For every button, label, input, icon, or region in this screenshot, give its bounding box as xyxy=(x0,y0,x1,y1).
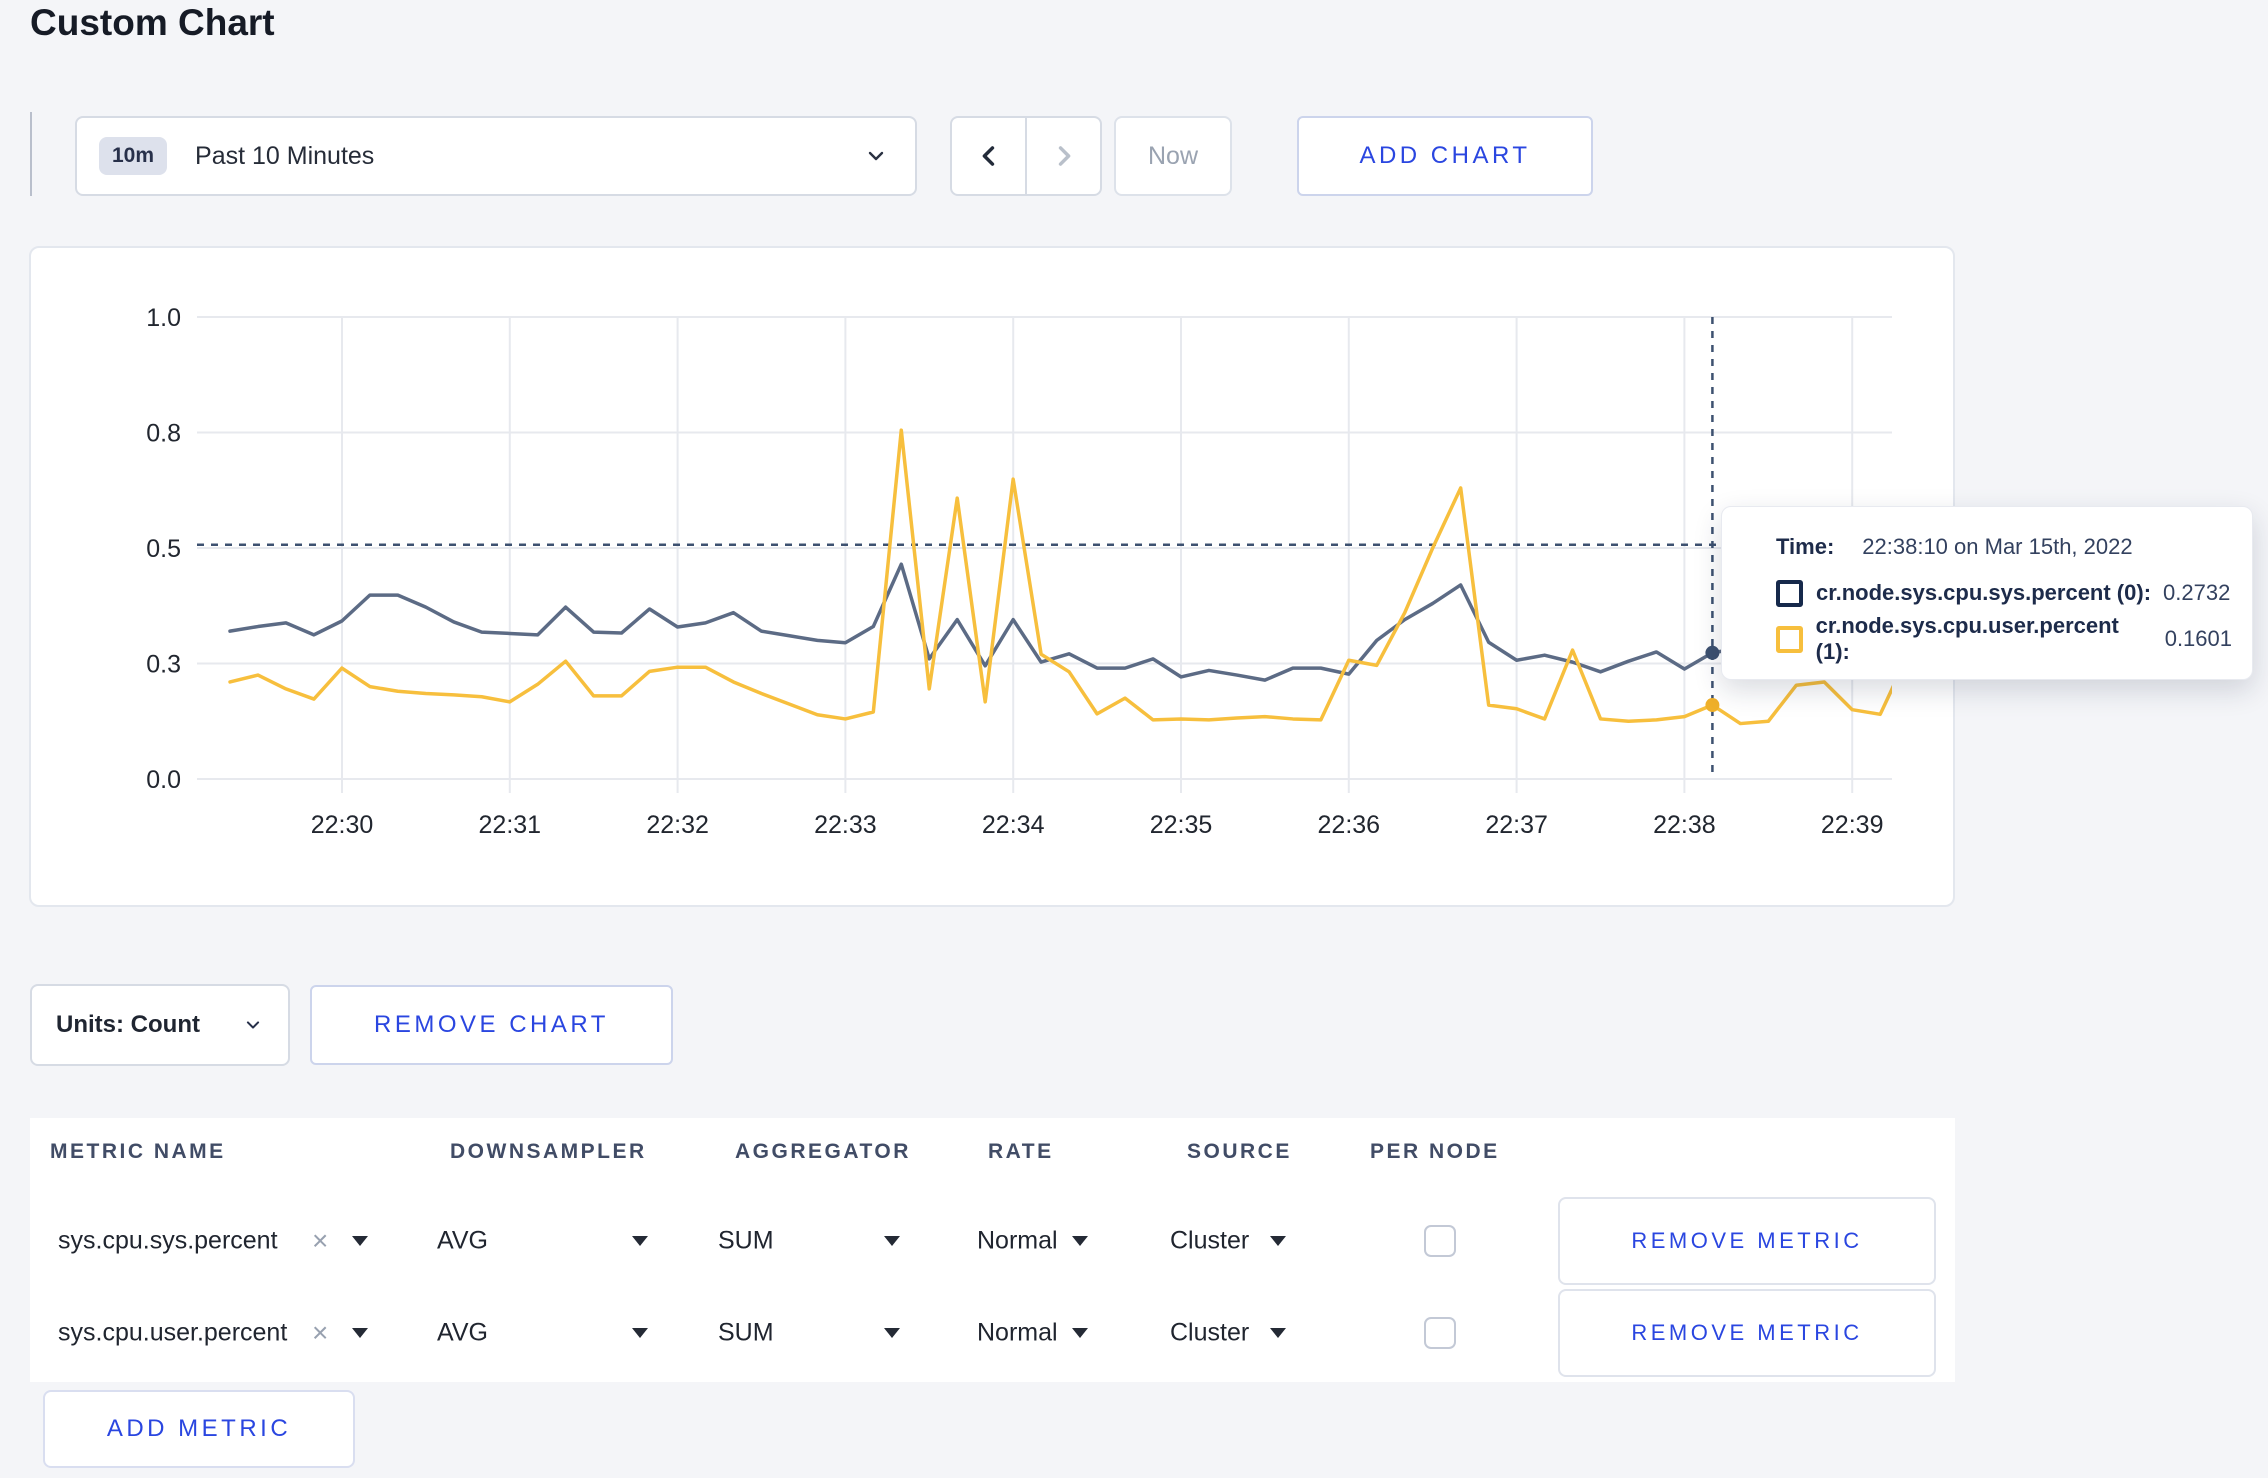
time-range-select[interactable]: 10m Past 10 Minutes xyxy=(75,116,917,196)
caret-down-icon[interactable] xyxy=(352,1236,368,1246)
svg-text:0.0: 0.0 xyxy=(146,766,181,794)
svg-text:0.5: 0.5 xyxy=(146,535,181,563)
add-chart-button[interactable]: ADD CHART xyxy=(1297,116,1593,196)
cpu-metrics-chart[interactable]: 0.0 0.3 0.5 0.8 1.0 22:30 22:31 22:32 22:33 22:34… xyxy=(31,248,1957,909)
per-node-checkbox[interactable] xyxy=(1424,1225,1456,1257)
rate-select[interactable]: Normal xyxy=(977,1319,1058,1348)
downsampler-select[interactable]: AVG xyxy=(437,1319,488,1348)
add-metric-button[interactable]: ADD METRIC xyxy=(43,1390,355,1468)
caret-down-icon[interactable] xyxy=(632,1236,648,1246)
caret-down-icon[interactable] xyxy=(352,1328,368,1338)
downsampler-select[interactable]: AVG xyxy=(437,1227,488,1256)
chevron-right-icon xyxy=(1058,146,1070,166)
header-metric-name: METRIC NAME xyxy=(50,1140,226,1163)
svg-text:22:30: 22:30 xyxy=(311,811,374,839)
header-source: SOURCE xyxy=(1187,1140,1292,1163)
toolbar-divider xyxy=(30,112,32,196)
caret-down-icon[interactable] xyxy=(884,1236,900,1246)
caret-down-icon[interactable] xyxy=(1072,1236,1088,1246)
rate-select[interactable]: Normal xyxy=(977,1227,1058,1256)
caret-down-icon[interactable] xyxy=(1072,1328,1088,1338)
svg-text:22:31: 22:31 xyxy=(479,811,542,839)
remove-metric-button[interactable]: REMOVE METRIC xyxy=(1558,1289,1936,1377)
header-downsampler: DOWNSAMPLER xyxy=(450,1140,647,1163)
tooltip-sys-series-name: cr.node.sys.cpu.sys.percent (0): xyxy=(1816,580,2152,605)
caret-down-icon[interactable] xyxy=(1270,1236,1286,1246)
time-nav-group xyxy=(950,116,1102,196)
metric-name-value[interactable]: sys.cpu.sys.percent xyxy=(58,1227,278,1256)
user-series-swatch-icon xyxy=(1776,625,1803,653)
tooltip-user-series-value: 0.1601 xyxy=(2164,626,2232,651)
units-select[interactable]: Units: Count xyxy=(30,984,290,1066)
svg-text:22:38: 22:38 xyxy=(1653,811,1716,839)
clear-metric-icon[interactable]: × xyxy=(312,1225,328,1257)
caret-down-icon[interactable] xyxy=(632,1328,648,1338)
time-range-label: Past 10 Minutes xyxy=(195,141,375,170)
aggregator-select[interactable]: SUM xyxy=(718,1227,774,1256)
tooltip-time-label: Time: xyxy=(1776,534,1835,559)
remove-chart-button[interactable]: REMOVE CHART xyxy=(310,985,673,1065)
tooltip-sys-series-value: 0.2732 xyxy=(2163,580,2231,605)
metric-name-value[interactable]: sys.cpu.user.percent xyxy=(58,1319,287,1348)
source-select[interactable]: Cluster xyxy=(1170,1319,1249,1348)
svg-text:22:36: 22:36 xyxy=(1318,811,1381,839)
svg-text:0.3: 0.3 xyxy=(146,651,181,679)
time-range-badge: 10m xyxy=(99,137,168,175)
page-title: Custom Chart xyxy=(30,2,275,43)
svg-text:1.0: 1.0 xyxy=(146,304,181,332)
per-node-checkbox[interactable] xyxy=(1424,1317,1456,1349)
custom-chart-page: Custom Chart 10m Past 10 Minutes Now ADD… xyxy=(0,0,2268,1478)
chevron-left-icon xyxy=(982,146,994,166)
aggregator-select[interactable]: SUM xyxy=(718,1319,774,1348)
svg-text:22:35: 22:35 xyxy=(1150,811,1213,839)
chevron-down-icon xyxy=(868,151,884,161)
now-button[interactable]: Now xyxy=(1114,116,1232,196)
source-select[interactable]: Cluster xyxy=(1170,1227,1249,1256)
remove-metric-button[interactable]: REMOVE METRIC xyxy=(1558,1197,1936,1285)
metric-row: sys.cpu.user.percent × AVG SUM Normal Cl… xyxy=(30,1288,1955,1378)
chevron-down-icon xyxy=(246,1021,260,1029)
chart-tooltip: Time: 22:38:10 on Mar 15th, 2022 cr.node… xyxy=(1721,506,2253,680)
clear-metric-icon[interactable]: × xyxy=(312,1317,328,1349)
sys-series-swatch-icon xyxy=(1776,579,1803,607)
time-forward-button[interactable] xyxy=(1027,118,1100,194)
header-aggregator: AGGREGATOR xyxy=(735,1140,911,1163)
tooltip-time-value: 22:38:10 on Mar 15th, 2022 xyxy=(1862,534,2133,559)
time-back-button[interactable] xyxy=(952,118,1027,194)
header-rate: RATE xyxy=(988,1140,1054,1163)
svg-text:22:34: 22:34 xyxy=(982,811,1045,839)
svg-text:0.8: 0.8 xyxy=(146,420,181,448)
metric-row: sys.cpu.sys.percent × AVG SUM Normal Clu… xyxy=(30,1196,1955,1286)
units-label: Units: Count xyxy=(56,1011,200,1038)
header-per-node: PER NODE xyxy=(1370,1140,1500,1163)
svg-text:22:37: 22:37 xyxy=(1485,811,1548,839)
caret-down-icon[interactable] xyxy=(1270,1328,1286,1338)
caret-down-icon[interactable] xyxy=(884,1328,900,1338)
svg-text:22:33: 22:33 xyxy=(814,811,877,839)
chart-card: 0.0 0.3 0.5 0.8 1.0 22:30 22:31 22:32 22:33 22:34… xyxy=(29,246,1955,907)
svg-text:22:39: 22:39 xyxy=(1821,811,1884,839)
svg-text:22:32: 22:32 xyxy=(646,811,709,839)
tooltip-user-series-name: cr.node.sys.cpu.user.percent (1): xyxy=(1815,613,2119,664)
